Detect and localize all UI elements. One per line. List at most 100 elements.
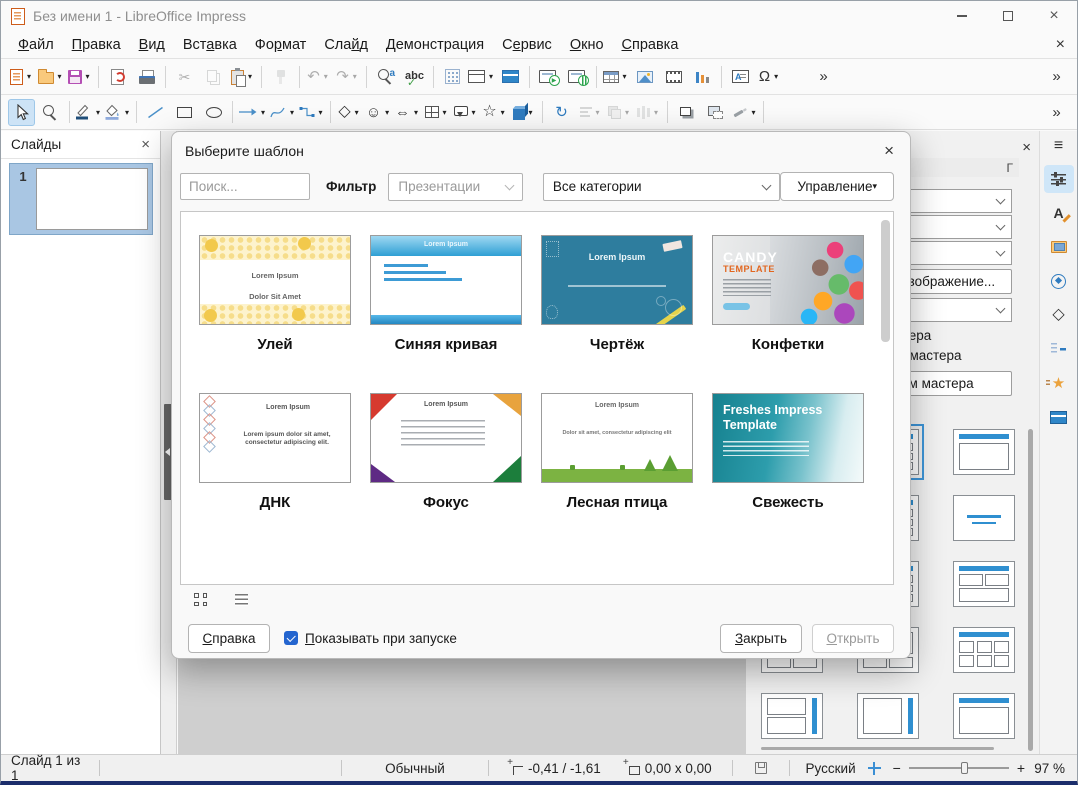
background-extent-combobox[interactable] — [894, 298, 1012, 322]
layout-item-title-content[interactable] — [953, 693, 1015, 739]
slides-panel-close-icon[interactable]: × — [141, 136, 150, 153]
dropdown-arrow-icon[interactable]: ▾ — [94, 108, 102, 117]
dropdown-arrow-icon[interactable]: ▾ — [621, 72, 629, 81]
slide-background-combobox[interactable] — [894, 241, 1012, 265]
zoom-in-button[interactable]: + — [1017, 760, 1025, 776]
category-combobox[interactable]: Все категории — [543, 173, 781, 201]
sidebar-tab-shapes[interactable]: ◇ — [1044, 301, 1074, 329]
dropdown-arrow-icon[interactable]: ▾ — [412, 108, 420, 117]
layout-item-title-2content-content[interactable] — [953, 561, 1015, 607]
zoom-level[interactable]: 97 % — [1025, 761, 1077, 776]
insert-image-button[interactable] — [631, 63, 658, 90]
dropdown-arrow-icon[interactable]: ▾ — [594, 108, 602, 117]
dropdown-arrow-icon[interactable]: ▾ — [441, 108, 449, 117]
save-button[interactable]: ▾ — [66, 63, 93, 90]
basic-shapes-button[interactable]: ◇▾ — [336, 99, 363, 126]
layout-item-centered-text[interactable] — [953, 495, 1015, 541]
start-current-slide-button[interactable] — [564, 63, 591, 90]
line-color-button[interactable]: ▾ — [75, 99, 102, 126]
stars-button[interactable]: ☆▾ — [481, 99, 508, 126]
sidebar-tab-properties[interactable] — [1044, 165, 1074, 193]
dropdown-arrow-icon[interactable]: ▾ — [56, 72, 64, 81]
display-views-button[interactable]: ▾ — [468, 63, 495, 90]
insert-image-button[interactable]: изображение... — [894, 269, 1012, 294]
menu-slideshow[interactable]: Демонстрация — [377, 34, 493, 56]
sidebar-scrollbar[interactable] — [1028, 429, 1033, 751]
insert-textbox-button[interactable]: A — [727, 63, 754, 90]
shadow-button[interactable] — [673, 99, 700, 126]
master-slide-button[interactable]: им мастера — [894, 371, 1012, 396]
menu-file[interactable]: Файл — [9, 34, 63, 56]
slide-thumbnail-1[interactable]: 1 — [9, 163, 153, 235]
find-replace-button[interactable]: a — [372, 63, 399, 90]
paste-button[interactable]: ▾ — [229, 63, 256, 90]
slide-format-combobox[interactable] — [894, 189, 1012, 213]
template-item-8[interactable]: Freshes Impress TemplateСвежесть — [712, 393, 864, 511]
slide-orientation-combobox[interactable]: я — [894, 215, 1012, 239]
spelling-button[interactable]: abc✓ — [401, 63, 428, 90]
zoom-slider[interactable] — [909, 767, 1009, 769]
dropdown-arrow-icon[interactable]: ▾ — [123, 108, 131, 117]
zoom-out-button[interactable]: − — [893, 760, 901, 776]
fit-slide-icon[interactable] — [868, 762, 881, 775]
thumbnail-view-icon[interactable] — [194, 593, 207, 606]
rotate-button[interactable]: ↻ — [548, 99, 575, 126]
sidebar-tab-styles[interactable]: A — [1044, 199, 1074, 227]
maximize-button[interactable] — [985, 1, 1031, 31]
template-item-4[interactable]: CANDYTEMPLATEКонфетки — [712, 235, 864, 353]
manage-button[interactable]: Управление▾ — [780, 172, 894, 201]
menu-view[interactable]: Вид — [130, 34, 174, 56]
language-selector[interactable]: Русский — [806, 761, 856, 776]
dropdown-arrow-icon[interactable]: ▾ — [25, 72, 33, 81]
layout-item-vertical-2rows-bar[interactable] — [761, 693, 823, 739]
dropdown-arrow-icon[interactable]: ▾ — [750, 108, 758, 117]
sidebar-tab-gallery[interactable] — [1044, 233, 1074, 261]
zoom-button[interactable] — [37, 99, 64, 126]
layout-item-vertical-box-bar[interactable] — [857, 693, 919, 739]
dropdown-arrow-icon[interactable]: ▾ — [652, 108, 660, 117]
zoom-slider-thumb[interactable] — [961, 762, 968, 774]
list-view-icon[interactable] — [235, 594, 248, 606]
toolbar-overflow-button[interactable]: » — [1043, 99, 1070, 126]
dropdown-arrow-icon[interactable]: ▾ — [383, 108, 391, 117]
insert-media-button[interactable] — [660, 63, 687, 90]
template-item-5[interactable]: Lorem IpsumLorem ipsum dolor sit amet, c… — [199, 393, 351, 511]
dropdown-arrow-icon[interactable]: ▾ — [487, 72, 495, 81]
close-button[interactable]: × — [1031, 1, 1077, 31]
template-item-3[interactable]: Lorem IpsumЧертёж — [541, 235, 693, 353]
close-document-icon[interactable]: × — [1056, 36, 1065, 54]
dropdown-arrow-icon[interactable]: ▾ — [353, 108, 361, 117]
start-first-slide-button[interactable]: ▶ — [535, 63, 562, 90]
dropdown-arrow-icon[interactable]: ▾ — [772, 72, 780, 81]
layout-item-title-content[interactable] — [953, 429, 1015, 475]
block-arrows-button[interactable]: ⇔▾ — [394, 99, 421, 126]
insert-table-button[interactable]: ▾ — [602, 63, 629, 90]
layout-item-title-6content[interactable] — [953, 627, 1015, 673]
menu-format[interactable]: Формат — [246, 34, 316, 56]
toolbar-overflow-button[interactable]: » — [810, 63, 837, 90]
sidebar-deck-close-icon[interactable]: × — [1022, 139, 1031, 156]
dropdown-arrow-icon[interactable]: ▾ — [499, 108, 507, 117]
template-item-7[interactable]: Lorem IpsumDolor sit amet, consectetur a… — [541, 393, 693, 511]
template-item-1[interactable]: Lorem IpsumDolor Sit AmetУлей — [199, 235, 351, 353]
minimize-button[interactable] — [939, 1, 985, 31]
sidebar-scrollbar-horizontal[interactable] — [761, 747, 994, 750]
flowchart-button[interactable]: ▾ — [423, 99, 450, 126]
template-item-6[interactable]: Lorem IpsumФокус — [370, 393, 522, 511]
menu-edit[interactable]: Правка — [63, 34, 130, 56]
close-dialog-button[interactable]: Закрыть — [720, 624, 802, 653]
view-mode[interactable]: Обычный — [350, 761, 480, 776]
dropdown-arrow-icon[interactable]: ▾ — [322, 72, 330, 81]
arrow-line-button[interactable]: ▾ — [238, 99, 267, 126]
rectangle-button[interactable] — [171, 99, 198, 126]
menu-insert[interactable]: Вставка — [174, 34, 246, 56]
symbol-shapes-button[interactable]: ☺▾ — [365, 99, 392, 126]
dropdown-arrow-icon[interactable]: ▾ — [246, 72, 254, 81]
menu-help[interactable]: Справка — [613, 34, 688, 56]
print-button[interactable] — [133, 63, 160, 90]
connector-button[interactable]: ▾ — [298, 99, 325, 126]
menu-tools[interactable]: Сервис — [493, 34, 561, 56]
sidebar-tab-master-slides[interactable] — [1044, 403, 1074, 431]
help-button[interactable]: Справка — [188, 624, 270, 653]
line-button[interactable] — [142, 99, 169, 126]
